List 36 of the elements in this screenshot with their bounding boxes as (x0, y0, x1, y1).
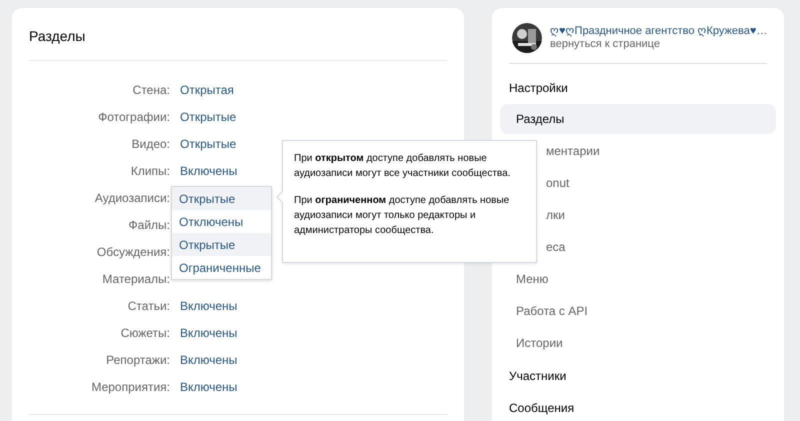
setting-label: Аудиозаписи: (94, 190, 170, 206)
setting-value[interactable]: Включены (180, 324, 238, 342)
setting-label: Материалы: (101, 270, 170, 288)
tooltip-text: При открытом доступе добавлять новые аудиозаписи могут все участники сообщества. (294, 152, 512, 181)
menu-item[interactable]: Истории (500, 328, 776, 358)
menu-item[interactable]: Работа с API (500, 296, 776, 326)
setting-label: Фотографии: (97, 108, 170, 126)
menu-section-title[interactable]: Настройки (509, 79, 568, 97)
tooltip-text: При ограниченном доступе добавлять новые аудиозаписи могут только редакторы и администраторы сообщества. (294, 194, 510, 238)
menu-section-title[interactable]: Сообщения (509, 399, 574, 417)
setting-value[interactable]: Включены (180, 296, 238, 314)
dropdown-option[interactable]: Открытые (172, 233, 271, 256)
dropdown-option[interactable]: Ограниченные (172, 256, 271, 279)
menu-item[interactable]: Разделы (500, 104, 776, 134)
menu-item[interactable]: Меню (500, 264, 776, 294)
setting-label: Стена: (132, 82, 170, 98)
setting-label: Сюжеты: (120, 324, 170, 342)
setting-value[interactable]: Включены (180, 350, 238, 368)
setting-label: Клипы: (130, 162, 170, 180)
dropdown-option[interactable]: Открытые (172, 187, 271, 210)
setting-value[interactable]: Открытая (180, 80, 234, 98)
setting-label: Репортажи: (105, 352, 170, 368)
back-link[interactable]: вернуться к странице (550, 38, 768, 51)
dropdown-option[interactable]: Отключены (172, 210, 271, 233)
setting-value[interactable]: Включены (180, 162, 238, 180)
setting-value[interactable]: Открытые (180, 108, 236, 126)
community-name[interactable]: ღ♥ღПраздничное агентство ღКружева♥… (550, 25, 768, 38)
panel-title: Разделы (29, 28, 86, 44)
menu-section-title[interactable]: Участники (509, 367, 566, 385)
setting-label: Обсуждения: (96, 244, 170, 260)
setting-label: Видео: (130, 136, 170, 152)
setting-label: Статьи: (126, 298, 170, 314)
setting-label: Файлы: (128, 216, 170, 234)
setting-value[interactable]: Открытые (180, 134, 236, 152)
setting-label: Мероприятия: (90, 378, 170, 396)
setting-value[interactable]: Включены (180, 378, 238, 396)
